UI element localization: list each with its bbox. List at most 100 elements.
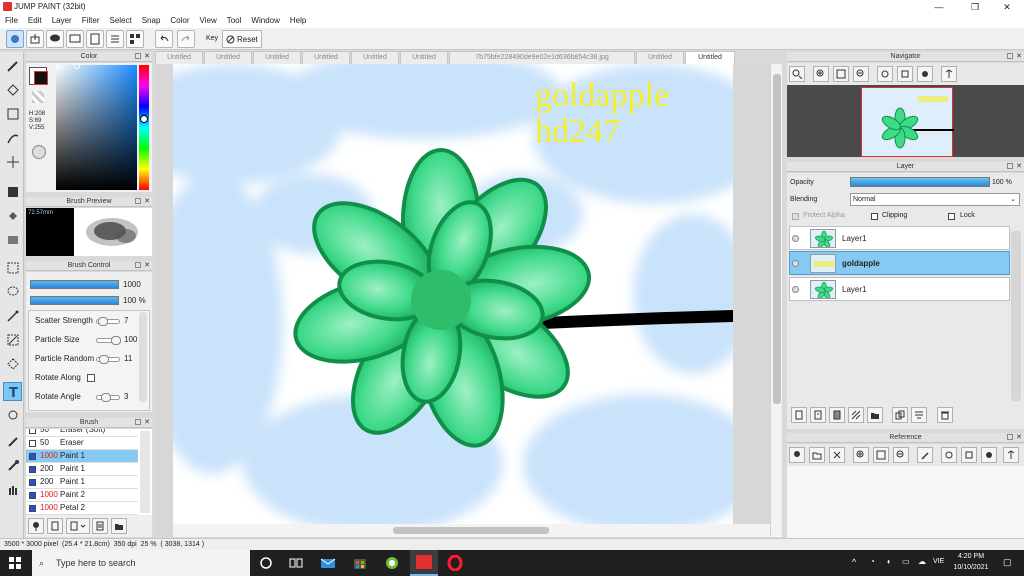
rotate-left-icon[interactable]: [877, 66, 893, 82]
slider-knob[interactable]: [111, 336, 121, 345]
canvas-vertical-scrollbar[interactable]: [770, 64, 782, 537]
export-icon[interactable]: [26, 30, 44, 48]
brush-control-slider[interactable]: [96, 393, 120, 402]
fit-icon[interactable]: [873, 447, 889, 463]
brush-list-item[interactable]: 1000 Petal 2: [26, 502, 138, 515]
blending-select[interactable]: Normal ⌄: [850, 193, 1020, 206]
menu-view[interactable]: View: [195, 14, 222, 28]
rotate-left-icon[interactable]: [941, 447, 957, 463]
zoom-plus-icon[interactable]: [853, 447, 869, 463]
drawing-canvas[interactable]: goldapple hd247: [173, 64, 733, 524]
zoom-minus-icon[interactable]: [853, 66, 869, 82]
merge-layer-icon[interactable]: [911, 407, 927, 423]
tab-untitled[interactable]: Untitled: [155, 51, 203, 64]
clipping-checkbox[interactable]: [871, 213, 878, 220]
rectangle-tool-icon[interactable]: [3, 104, 22, 123]
eyedropper-icon[interactable]: [3, 456, 22, 475]
rotate-reset-icon[interactable]: [897, 66, 913, 82]
visibility-icon[interactable]: [792, 235, 799, 242]
menu-layer[interactable]: Layer: [47, 14, 77, 28]
brush-control-slider[interactable]: [96, 336, 121, 345]
speaker-icon[interactable]: ◖: [886, 557, 891, 566]
redo-icon[interactable]: [177, 30, 195, 48]
menu-edit[interactable]: Edit: [23, 14, 47, 28]
tray-chevron-up-icon[interactable]: ^: [852, 557, 856, 567]
menu-tool[interactable]: Tool: [222, 14, 247, 28]
rotate-right-icon[interactable]: [981, 447, 997, 463]
language-indicator[interactable]: VIE: [933, 558, 944, 565]
layer-opacity-slider[interactable]: [850, 177, 990, 187]
clock-date[interactable]: 10/10/2021: [952, 564, 990, 571]
pen-tool-icon[interactable]: [3, 432, 22, 451]
magic-wand-icon[interactable]: [3, 306, 22, 325]
hue-slider-knob[interactable]: [140, 115, 148, 123]
brush-size-bar[interactable]: [30, 280, 119, 289]
brush-list-item[interactable]: 1000 Paint 1: [26, 450, 138, 463]
close-reference-icon[interactable]: [829, 447, 845, 463]
brush-control-slider[interactable]: [96, 355, 120, 364]
mail-icon[interactable]: [320, 555, 336, 571]
restore-button[interactable]: ❐: [958, 0, 992, 14]
select-eraser-icon[interactable]: [3, 354, 22, 373]
brush-tool-icon[interactable]: [3, 56, 22, 75]
visibility-icon[interactable]: [792, 286, 799, 293]
visibility-icon[interactable]: [792, 260, 799, 267]
menu-color[interactable]: Color: [165, 14, 194, 28]
brush-params-scrollbar[interactable]: [139, 312, 147, 402]
hand-tool-icon[interactable]: [3, 480, 22, 499]
move-tool-icon[interactable]: [3, 152, 22, 171]
slider-knob[interactable]: [97, 317, 108, 326]
minimize-button[interactable]: —: [922, 0, 956, 14]
menu-window[interactable]: Window: [246, 14, 284, 28]
close-icon[interactable]: ✕: [144, 418, 150, 428]
brush-list-item[interactable]: 1000 Paint 2: [26, 489, 138, 502]
zoom-plus-icon[interactable]: [813, 66, 829, 82]
menu-file[interactable]: File: [0, 14, 23, 28]
page-icon[interactable]: [86, 30, 104, 48]
reference-group-icon[interactable]: [789, 447, 805, 463]
brush-control-slider[interactable]: [96, 317, 120, 326]
line-tool-icon[interactable]: [3, 128, 22, 147]
select-rect-icon[interactable]: [3, 258, 22, 277]
tab-untitled[interactable]: Untitled: [302, 51, 350, 64]
monitor-icon[interactable]: [66, 30, 84, 48]
slider-knob[interactable]: [101, 393, 112, 402]
palette-icon[interactable]: [32, 145, 46, 159]
new-layer-1bit-icon[interactable]: [810, 407, 826, 423]
close-icon[interactable]: ✕: [1016, 433, 1022, 443]
flip-icon[interactable]: [941, 66, 957, 82]
halftone-layer-icon[interactable]: [848, 407, 864, 423]
comment-icon[interactable]: [46, 30, 64, 48]
taskbar-search[interactable]: ⌕ Type here to search: [32, 550, 250, 576]
task-view-icon[interactable]: [288, 555, 304, 571]
new-folder-icon[interactable]: [867, 407, 883, 423]
app-icon-green[interactable]: [384, 555, 400, 571]
menu-snap[interactable]: Snap: [137, 14, 166, 28]
foreground-color-swatch[interactable]: [34, 71, 48, 85]
close-icon[interactable]: ✕: [144, 197, 150, 207]
menu-select[interactable]: Select: [104, 14, 136, 28]
saturation-value-picker[interactable]: [56, 63, 137, 190]
delete-layer-icon[interactable]: [937, 407, 953, 423]
open-folder-icon[interactable]: [809, 447, 825, 463]
tab-untitled[interactable]: Untitled: [253, 51, 301, 64]
close-button[interactable]: ✕: [990, 0, 1024, 14]
transparent-swatch[interactable]: [32, 91, 44, 103]
bucket-tool-icon[interactable]: [3, 206, 22, 225]
close-icon[interactable]: ✕: [144, 52, 150, 62]
new-layer-8bit-icon[interactable]: [829, 407, 845, 423]
onedrive-icon[interactable]: ☁: [918, 557, 926, 566]
store-icon[interactable]: [352, 555, 368, 571]
flip-icon[interactable]: [1003, 447, 1019, 463]
select-pen-icon[interactable]: [3, 330, 22, 349]
brush-list-item[interactable]: 50 Eraser: [26, 437, 138, 450]
text-tool-icon[interactable]: T: [3, 382, 22, 401]
new-layer-icon[interactable]: [791, 407, 807, 423]
menu-filter[interactable]: Filter: [77, 14, 105, 28]
zoom-minus-icon[interactable]: [893, 447, 909, 463]
brush-settings-icon[interactable]: [92, 518, 108, 534]
navigator-thumbnail[interactable]: [861, 87, 954, 157]
tab-untitled-active[interactable]: Untitled: [685, 51, 735, 64]
brush-list-scrollbar[interactable]: [140, 431, 150, 513]
eyedropper-icon[interactable]: [917, 447, 933, 463]
